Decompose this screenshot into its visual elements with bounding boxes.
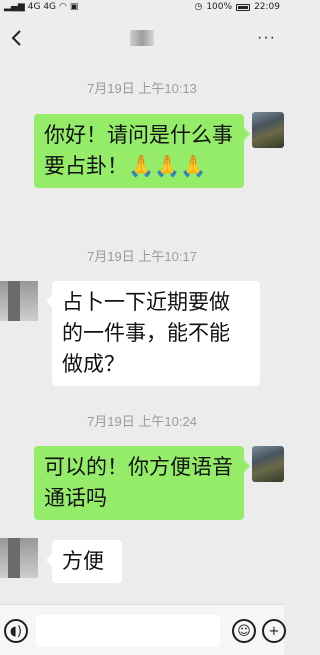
signal-label: 4G 4G (27, 1, 57, 12)
message-timestamp: 7月19日 上午10:13 (87, 81, 197, 96)
message-input[interactable] (36, 615, 220, 647)
clock: 22:09 (254, 2, 280, 12)
wifi-icon: ◠ (59, 1, 67, 12)
chat-title-blurred (130, 30, 154, 46)
status-right: ◷ 100% 22:09 (194, 2, 280, 12)
message-bubble-sent[interactable]: 你好！请问是什么事要占卦！🙏🙏🙏 (34, 114, 250, 188)
avatar-contact[interactable] (0, 538, 38, 578)
plus-icon: + (268, 623, 280, 639)
back-button[interactable] (4, 23, 28, 53)
plus-button[interactable]: + (262, 619, 286, 643)
chevron-left-icon (11, 30, 21, 46)
emoji-button[interactable]: ☺ (232, 619, 256, 643)
voice-button[interactable]: ◖) (4, 619, 28, 643)
status-left: ▂▄▆ 4G 4G ◠ ▣ (4, 1, 79, 12)
more-button[interactable]: ··· (257, 29, 276, 47)
message-bubble-received[interactable]: 占卜一下近期要做的一件事，能不能做成？ (46, 281, 260, 386)
message-timestamp: 7月19日 上午10:17 (87, 249, 197, 264)
nav-bar: ··· (0, 14, 284, 62)
input-bar: ◖) ☺ + (0, 604, 286, 655)
voice-icon: ◖) (10, 623, 22, 639)
battery-percent: 100% (206, 2, 233, 12)
signal-icon: ▂▄▆ (4, 1, 25, 12)
alarm-icon: ◷ (194, 1, 203, 12)
message-bubble-sent[interactable]: 可以的！你方便语音通话吗 (34, 446, 250, 520)
avatar-self[interactable] (252, 112, 284, 148)
notification-icon: ▣ (69, 1, 79, 12)
avatar-self[interactable] (252, 446, 284, 482)
battery-icon (236, 3, 251, 11)
emoji-icon: ☺ (237, 623, 251, 639)
message-timestamp: 7月19日 上午10:24 (87, 414, 197, 429)
message-bubble-received[interactable]: 方便 (46, 540, 122, 583)
status-bar: ▂▄▆ 4G 4G ◠ ▣ ◷ 100% 22:09 (0, 0, 284, 14)
avatar-contact[interactable] (0, 281, 38, 321)
